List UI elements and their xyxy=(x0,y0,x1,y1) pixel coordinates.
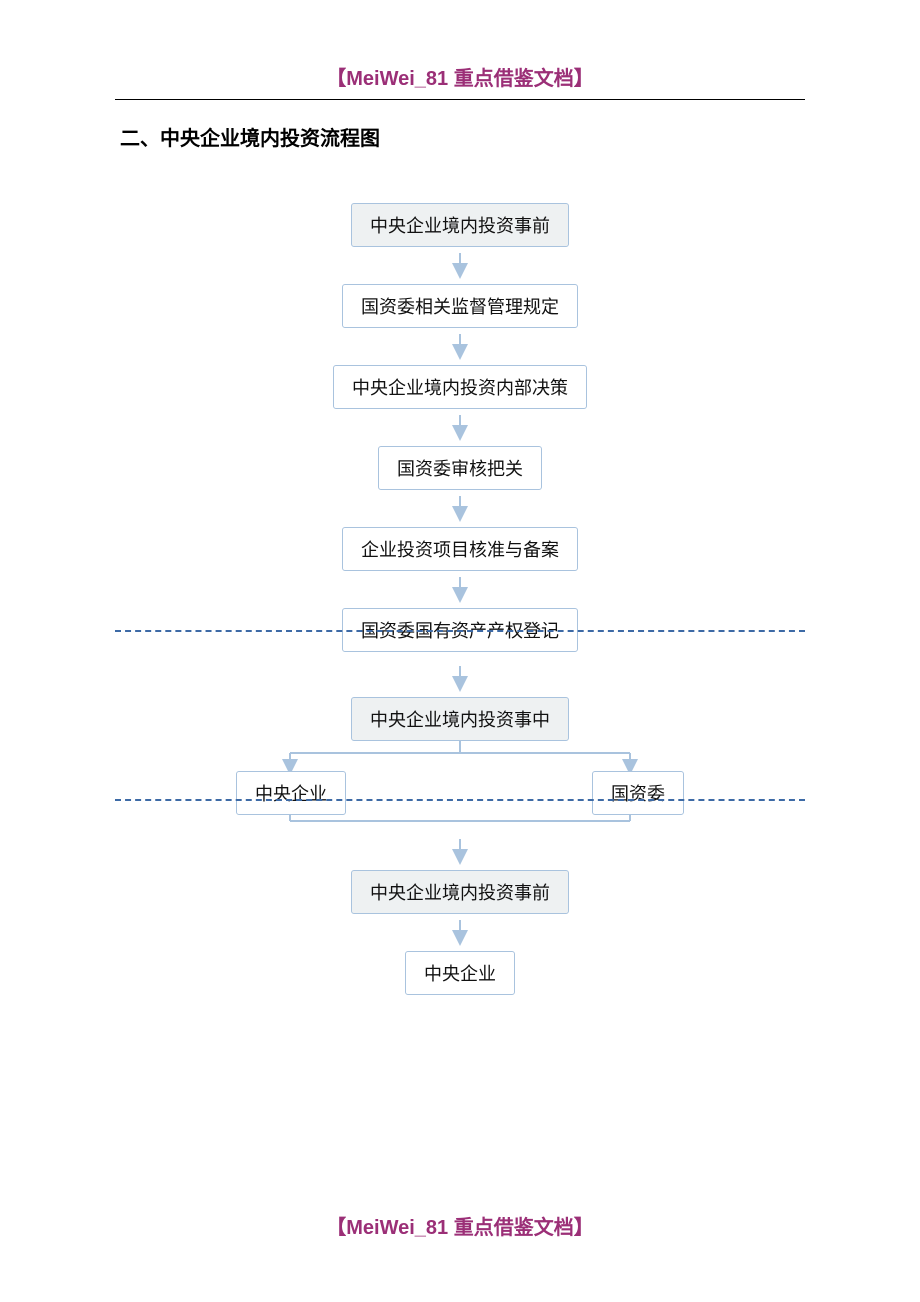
step-sasac-review: 国资委审核把关 xyxy=(378,446,542,490)
header-rule xyxy=(115,99,805,100)
arrow-down-icon xyxy=(450,839,470,865)
arrow-down-icon xyxy=(450,920,470,946)
phase-before-head: 中央企业境内投资事前 xyxy=(351,203,569,247)
arrow-down-icon xyxy=(450,253,470,279)
arrow-down-icon xyxy=(450,334,470,360)
phase-after-head: 中央企业境内投资事前 xyxy=(351,870,569,914)
section-divider xyxy=(115,630,805,632)
section-divider xyxy=(115,799,805,801)
arrow-down-icon xyxy=(450,577,470,603)
step-internal-decision: 中央企业境内投资内部决策 xyxy=(333,365,587,409)
branch-sasac: 国资委 xyxy=(592,771,684,815)
branch-central-enterprise: 中央企业 xyxy=(236,771,346,815)
section-title: 二、中央企业境内投资流程图 xyxy=(120,122,920,151)
doc-header: 【MeiWei_81 重点借鉴文档】 xyxy=(326,62,593,91)
arrow-down-icon xyxy=(450,496,470,522)
step-regulation: 国资委相关监督管理规定 xyxy=(342,284,578,328)
step-central-enterprise: 中央企业 xyxy=(405,951,515,995)
doc-footer: 【MeiWei_81 重点借鉴文档】 xyxy=(326,1217,593,1239)
arrow-down-icon xyxy=(450,415,470,441)
step-approval-filing: 企业投资项目核准与备案 xyxy=(342,527,578,571)
flowchart: 中央企业境内投资事前 国资委相关监督管理规定 中央企业境内投资内部决策 国资委审… xyxy=(0,203,920,995)
phase-during-head: 中央企业境内投资事中 xyxy=(351,697,569,741)
arrow-down-icon xyxy=(450,666,470,692)
